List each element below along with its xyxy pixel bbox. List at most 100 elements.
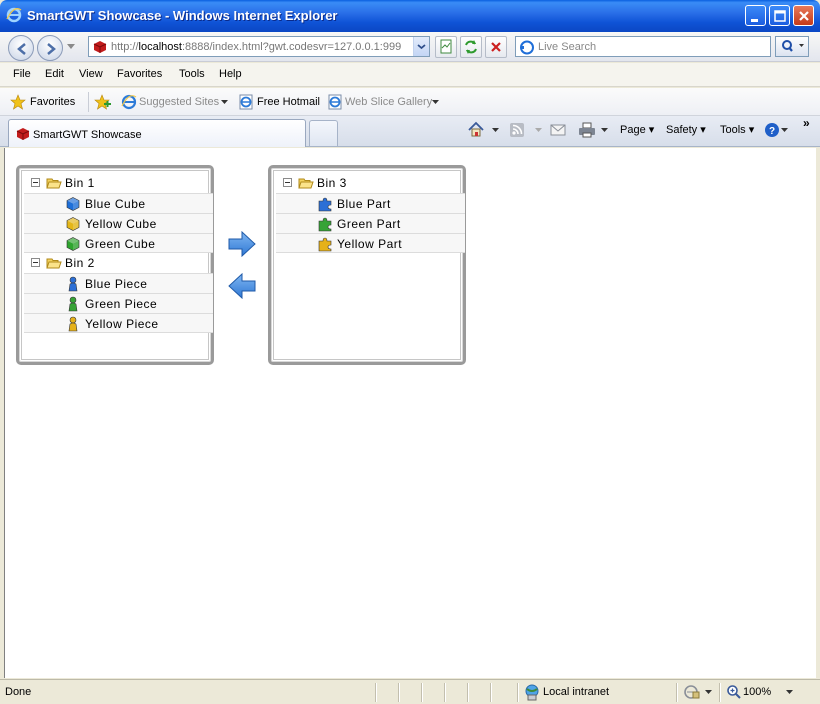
stop-button[interactable] xyxy=(485,36,507,58)
command-overflow-button[interactable]: » xyxy=(803,116,810,130)
search-input[interactable]: Live Search xyxy=(538,41,596,53)
print-icon[interactable] xyxy=(578,122,596,138)
collapse-toggle-icon[interactable] xyxy=(31,178,40,187)
chevron-down-icon: ▾ xyxy=(700,124,706,136)
refresh-icon xyxy=(465,40,477,54)
tree-folder-node[interactable]: Bin 1 xyxy=(24,173,213,193)
close-icon xyxy=(799,11,809,21)
menu-help[interactable]: Help xyxy=(219,68,242,80)
zoom-level[interactable]: 100% xyxy=(743,686,771,698)
history-dropdown-icon[interactable] xyxy=(67,44,75,50)
tree-folder-node[interactable]: Bin 3 xyxy=(276,173,465,193)
maximize-button[interactable] xyxy=(769,5,790,26)
ie-window: SmartGWT Showcase - Windows Internet Exp… xyxy=(0,0,820,704)
page-menu-button[interactable]: Page ▾ xyxy=(620,123,654,136)
chevron-down-icon: ▾ xyxy=(748,124,755,136)
chevron-down-icon[interactable] xyxy=(786,690,793,695)
tree-node-label: Blue Piece xyxy=(85,277,148,291)
tree-leaf-node[interactable]: Blue Piece xyxy=(24,273,213,293)
rss-feed-icon[interactable] xyxy=(509,122,525,138)
menu-tools[interactable]: Tools xyxy=(179,68,205,80)
status-divider xyxy=(444,683,445,702)
chevron-down-icon[interactable] xyxy=(535,128,542,133)
address-dropdown-button[interactable] xyxy=(413,37,429,56)
search-button[interactable] xyxy=(775,36,809,57)
menu-edit[interactable]: Edit xyxy=(45,68,64,80)
add-favorite-icon[interactable] xyxy=(94,94,112,110)
tree-leaf-node[interactable]: Green Part xyxy=(276,213,465,233)
tree-leaf-node[interactable]: Yellow Piece xyxy=(24,313,213,333)
zoom-icon[interactable] xyxy=(726,684,742,700)
favorites-bar: Favorites Suggested Sites Free Hotmail W… xyxy=(0,88,820,116)
compatibility-page-icon xyxy=(440,39,452,54)
safety-menu-label: Safety xyxy=(666,124,698,136)
right-tree-panel: Bin 3 Blue Part Green Part Yellow Part xyxy=(268,165,466,365)
menu-view[interactable]: View xyxy=(79,68,103,80)
page-menu-label: Page xyxy=(620,124,646,136)
ie-page-icon xyxy=(121,94,137,110)
minimize-button[interactable] xyxy=(745,5,766,26)
refresh-button[interactable] xyxy=(460,36,482,58)
live-search-logo-icon xyxy=(520,40,534,55)
part-icon xyxy=(318,217,332,232)
chevron-down-icon[interactable] xyxy=(705,690,712,695)
chevron-down-icon[interactable] xyxy=(432,100,439,105)
close-button[interactable] xyxy=(793,5,814,26)
tree-node-label: Green Part xyxy=(337,217,401,231)
tab-smartgwt-showcase[interactable]: SmartGWT Showcase xyxy=(8,119,306,147)
fav-free-hotmail[interactable]: Free Hotmail xyxy=(257,96,320,108)
move-right-arrow-icon[interactable] xyxy=(228,231,256,257)
tools-menu-button[interactable]: Tools ▾ xyxy=(720,123,754,136)
address-bar[interactable]: http://localhost:8888/index.html?gwt.cod… xyxy=(88,36,430,57)
help-icon[interactable]: ? xyxy=(764,122,780,138)
local-intranet-icon xyxy=(525,684,539,701)
piece-icon xyxy=(68,296,78,312)
chevron-down-icon[interactable] xyxy=(781,128,788,133)
fav-web-slice-gallery[interactable]: Web Slice Gallery xyxy=(345,96,432,108)
chevron-down-icon[interactable] xyxy=(492,128,499,133)
menu-favorites[interactable]: Favorites xyxy=(117,68,162,80)
home-icon[interactable] xyxy=(467,121,485,138)
read-mail-icon[interactable] xyxy=(550,123,566,137)
chevron-down-icon[interactable] xyxy=(221,100,228,105)
favorites-button[interactable]: Favorites xyxy=(30,96,75,108)
status-bar: Done Local intranet 100% xyxy=(0,679,820,704)
left-tree-body: Bin 1 Blue Cube Yellow Cube Green Cube Bin 2… xyxy=(21,170,213,360)
status-divider xyxy=(375,683,376,702)
collapse-toggle-icon[interactable] xyxy=(31,258,40,267)
cube-icon xyxy=(66,217,80,231)
tree-leaf-node[interactable]: Blue Cube xyxy=(24,193,213,213)
chevron-down-icon xyxy=(417,44,426,50)
tree-leaf-node[interactable]: Yellow Part xyxy=(276,233,465,253)
safety-menu-button[interactable]: Safety ▾ xyxy=(666,123,706,136)
ie-logo-icon xyxy=(6,7,22,23)
tree-folder-node[interactable]: Bin 2 xyxy=(24,253,213,273)
tree-leaf-node[interactable]: Green Piece xyxy=(24,293,213,313)
status-divider xyxy=(676,683,677,702)
smartgwt-favicon-icon xyxy=(16,128,30,140)
stop-x-icon xyxy=(491,42,501,52)
title-bar: SmartGWT Showcase - Windows Internet Exp… xyxy=(0,0,820,32)
address-url[interactable]: http://localhost:8888/index.html?gwt.cod… xyxy=(111,41,411,53)
menu-file[interactable]: File xyxy=(13,68,31,80)
collapse-toggle-icon[interactable] xyxy=(283,178,292,187)
smartgwt-favicon-icon xyxy=(93,41,107,53)
tree-leaf-node[interactable]: Blue Part xyxy=(276,193,465,213)
search-box[interactable]: Live Search xyxy=(515,36,771,57)
status-divider xyxy=(467,683,468,702)
left-tree-panel: Bin 1 Blue Cube Yellow Cube Green Cube Bin 2… xyxy=(16,165,214,365)
status-divider xyxy=(490,683,491,702)
forward-button[interactable] xyxy=(37,35,63,61)
protected-mode-icon[interactable] xyxy=(683,684,701,700)
move-left-arrow-icon[interactable] xyxy=(228,273,256,299)
back-button[interactable] xyxy=(8,35,34,61)
folder-icon xyxy=(46,178,62,189)
compatibility-view-button[interactable] xyxy=(435,36,457,58)
tree-leaf-node[interactable]: Yellow Cube xyxy=(24,213,213,233)
tree-leaf-node[interactable]: Green Cube xyxy=(24,233,213,253)
cube-icon xyxy=(66,237,80,251)
fav-suggested-sites[interactable]: Suggested Sites xyxy=(139,96,219,108)
chevron-down-icon[interactable] xyxy=(601,128,608,133)
menu-bar: File Edit View Favorites Tools Help xyxy=(0,63,820,87)
new-tab-button[interactable] xyxy=(309,120,338,146)
